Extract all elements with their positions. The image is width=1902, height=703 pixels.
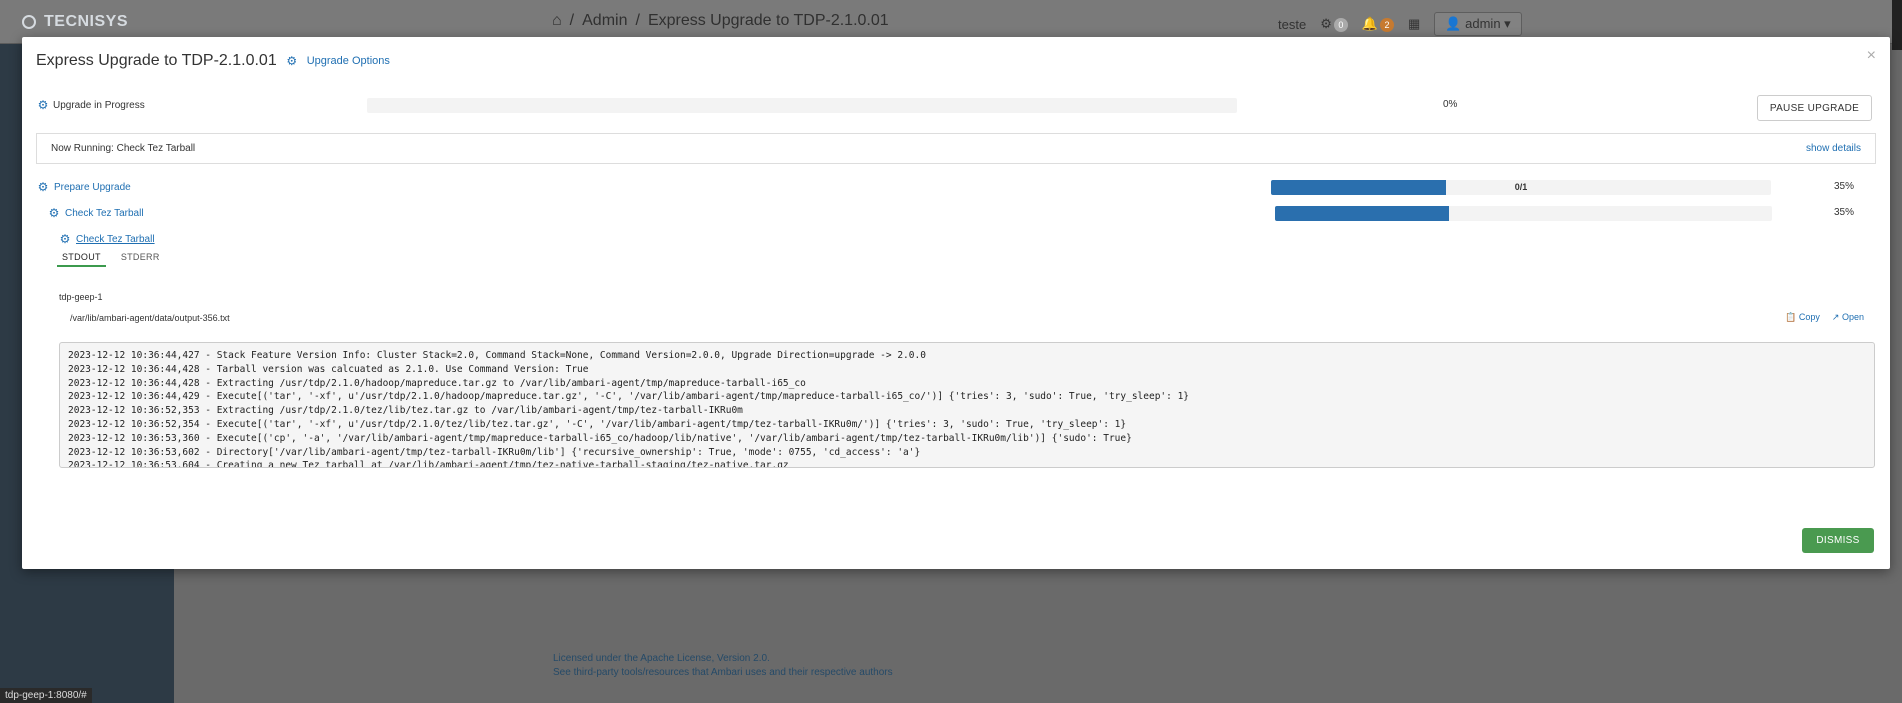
external-link-icon: ↗ xyxy=(1831,312,1840,322)
dismiss-button[interactable]: DISMISS xyxy=(1802,528,1874,553)
status-url: tdp-geep-1:8080/# xyxy=(0,688,92,703)
subgroup-progress-pct: 35% xyxy=(1834,207,1855,218)
breadcrumb-separator: / xyxy=(569,12,575,29)
admin-menu-button[interactable]: 👤 admin ▾ xyxy=(1434,12,1522,36)
overall-progress-row: ⚙ Upgrade in Progress 0% xyxy=(36,98,1876,114)
group-progress-count: 0/1 xyxy=(1514,182,1528,192)
gears-icon: ⚙ xyxy=(37,98,49,112)
task-label[interactable]: ⚙ Check Tez Tarball xyxy=(58,232,155,246)
footer: Licensed under the Apache License, Versi… xyxy=(553,652,893,680)
now-running-text: Now Running: Check Tez Tarball xyxy=(51,143,196,154)
task-row: ⚙ Check Tez Tarball xyxy=(58,232,358,248)
output-tabs: STDOUT STDERR xyxy=(57,252,165,267)
gears-icon: ⚙ xyxy=(37,180,49,194)
window-edge xyxy=(1892,0,1902,50)
gear-icon: ⚙ xyxy=(1320,16,1332,31)
cluster-user-label: teste xyxy=(1278,16,1307,32)
user-icon: 👤 xyxy=(1445,16,1462,31)
subgroup-progress-fill xyxy=(1275,206,1449,221)
gears-icon: ⚙ xyxy=(48,206,60,220)
upgrade-options-link[interactable]: Upgrade Options xyxy=(307,55,390,67)
gears-icon: ⚙ xyxy=(59,232,71,246)
home-icon[interactable]: ⌂ xyxy=(552,12,562,30)
subgroup-progress-bar xyxy=(1275,206,1772,221)
upgrade-modal: Express Upgrade to TDP-2.1.0.01 ⚙ Upgrad… xyxy=(22,37,1890,569)
breadcrumb-separator: / xyxy=(635,12,640,29)
alerts-indicator[interactable]: 🔔 2 xyxy=(1361,16,1395,32)
copy-action[interactable]: 📋 Copy xyxy=(1785,312,1820,323)
close-icon[interactable]: × xyxy=(1867,47,1876,65)
pause-upgrade-button[interactable]: PAUSE UPGRADE xyxy=(1757,95,1872,121)
subgroup-row: ⚙ Check Tez Tarball 35% xyxy=(47,206,1876,222)
footer-license[interactable]: Licensed under the Apache License, Versi… xyxy=(553,652,893,666)
modal-header: Express Upgrade to TDP-2.1.0.01 ⚙ Upgrad… xyxy=(36,52,390,70)
group-progress-bar: 0/1 xyxy=(1271,180,1771,195)
breadcrumb-current: Express Upgrade to TDP-2.1.0.01 xyxy=(647,12,889,29)
admin-label: admin xyxy=(1465,16,1501,31)
stdout-log[interactable]: 2023-12-12 10:36:44,427 - Stack Feature … xyxy=(59,342,1875,468)
group-progress-pct: 35% xyxy=(1834,181,1855,192)
apps-grid-icon[interactable]: ▦ xyxy=(1408,16,1420,32)
footer-thirdparty[interactable]: See third-party tools/resources that Amb… xyxy=(553,666,893,680)
clipboard-icon: 📋 xyxy=(1785,312,1797,322)
overall-progress-label: ⚙ Upgrade in Progress xyxy=(36,98,145,112)
ops-indicator[interactable]: ⚙ 0 xyxy=(1320,16,1348,32)
now-running-box: Now Running: Check Tez Tarball show deta… xyxy=(36,133,1876,164)
breadcrumb: ⌂ / Admin / Express Upgrade to TDP-2.1.0… xyxy=(552,12,889,30)
modal-title: Express Upgrade to TDP-2.1.0.01 xyxy=(36,52,277,69)
show-details-link[interactable]: show details xyxy=(1806,143,1861,154)
gears-icon: ⚙ xyxy=(286,54,298,68)
alerts-badge: 2 xyxy=(1380,18,1395,32)
bell-icon: 🔔 xyxy=(1361,16,1379,31)
ops-badge: 0 xyxy=(1333,18,1348,32)
group-label[interactable]: ⚙ Prepare Upgrade xyxy=(36,180,131,194)
brand[interactable]: TECNISYS xyxy=(22,13,128,31)
overall-progress-pct: 0% xyxy=(1443,99,1458,110)
overall-progress-bar xyxy=(367,98,1237,113)
group-row: ⚙ Prepare Upgrade 0/1 35% xyxy=(36,180,1876,196)
copy-open-actions: 📋 Copy ↗ Open xyxy=(1785,312,1864,323)
tab-stdout[interactable]: STDOUT xyxy=(57,252,106,267)
host-name: tdp-geep-1 xyxy=(59,292,103,302)
task-label-text[interactable]: Check Tez Tarball xyxy=(76,234,155,245)
open-label: Open xyxy=(1841,312,1864,322)
subgroup-label-text: Check Tez Tarball xyxy=(65,207,144,219)
brand-logo-icon xyxy=(22,15,36,29)
brand-name: TECNISYS xyxy=(44,13,129,30)
tab-stderr[interactable]: STDERR xyxy=(116,252,165,267)
subgroup-label[interactable]: ⚙ Check Tez Tarball xyxy=(47,206,144,220)
user-area: teste ⚙ 0 🔔 2 ▦ 👤 admin ▾ xyxy=(1278,12,1522,36)
group-label-text: Prepare Upgrade xyxy=(54,181,131,193)
output-path: /var/lib/ambari-agent/data/output-356.tx… xyxy=(70,313,230,323)
copy-label: Copy xyxy=(1798,312,1820,322)
open-action[interactable]: ↗ Open xyxy=(1832,312,1864,323)
breadcrumb-admin[interactable]: Admin xyxy=(582,12,627,30)
progress-label-text: Upgrade in Progress xyxy=(53,99,145,111)
